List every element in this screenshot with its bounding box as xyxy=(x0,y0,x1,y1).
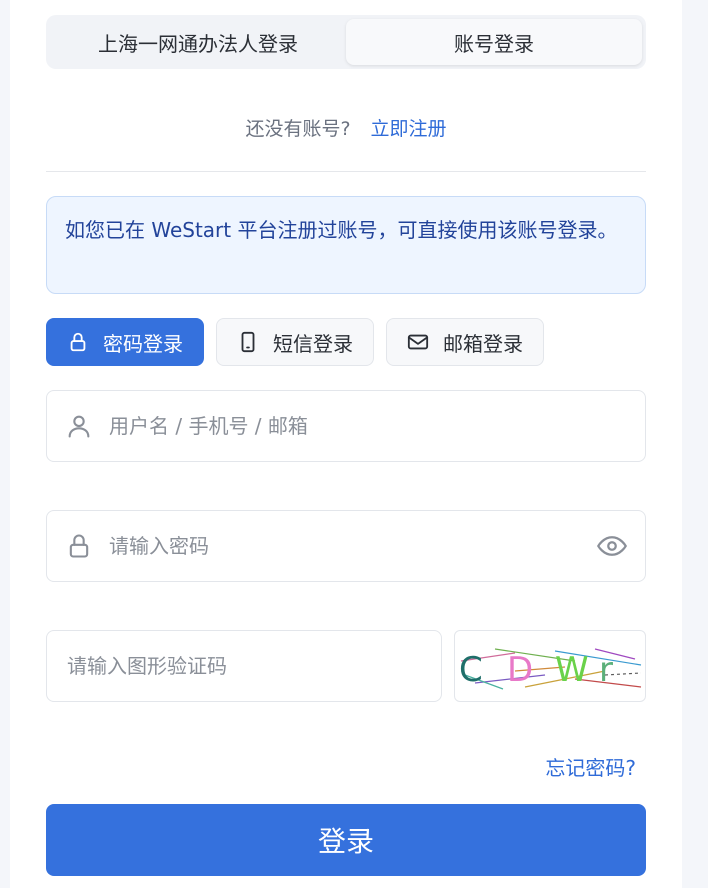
login-tabs: 上海一网通办法人登录 账号登录 xyxy=(46,15,646,69)
password-input[interactable] xyxy=(107,533,597,559)
username-input[interactable] xyxy=(107,413,645,439)
password-field xyxy=(46,510,646,582)
login-method-group: 密码登录 短信登录 邮箱登录 xyxy=(46,318,544,366)
user-icon xyxy=(65,412,93,440)
captcha-image[interactable]: CDWr xyxy=(454,630,646,702)
eye-icon[interactable] xyxy=(597,531,627,561)
register-link[interactable]: 立即注册 xyxy=(371,118,447,140)
captcha-input[interactable] xyxy=(65,653,441,679)
password-login-label: 密码登录 xyxy=(103,331,183,356)
tab-account-login[interactable]: 账号登录 xyxy=(346,19,642,65)
captcha-field xyxy=(46,630,442,702)
email-login-label: 邮箱登录 xyxy=(443,331,523,356)
lock-icon xyxy=(65,532,93,560)
captcha-char: CDWr xyxy=(459,650,613,690)
lock-icon xyxy=(67,331,89,353)
divider xyxy=(46,171,646,172)
login-submit-button[interactable]: 登录 xyxy=(46,804,646,876)
register-question: 还没有账号? xyxy=(245,118,351,140)
forgot-password-link[interactable]: 忘记密码? xyxy=(510,752,636,781)
username-field xyxy=(46,390,646,462)
info-notice: 如您已在 WeStart 平台注册过账号，可直接使用该账号登录。 xyxy=(46,196,646,294)
phone-icon xyxy=(237,331,259,353)
sms-login-label: 短信登录 xyxy=(273,331,353,356)
mail-icon xyxy=(407,331,429,353)
sms-login-button[interactable]: 短信登录 xyxy=(216,318,374,366)
login-card: 上海一网通办法人登录 账号登录 还没有账号? 立即注册 如您已在 WeStart … xyxy=(10,0,682,888)
register-prompt: 还没有账号? 立即注册 xyxy=(46,114,646,141)
tab-corporate-login[interactable]: 上海一网通办法人登录 xyxy=(50,19,346,65)
password-login-button[interactable]: 密码登录 xyxy=(46,318,204,366)
email-login-button[interactable]: 邮箱登录 xyxy=(386,318,544,366)
